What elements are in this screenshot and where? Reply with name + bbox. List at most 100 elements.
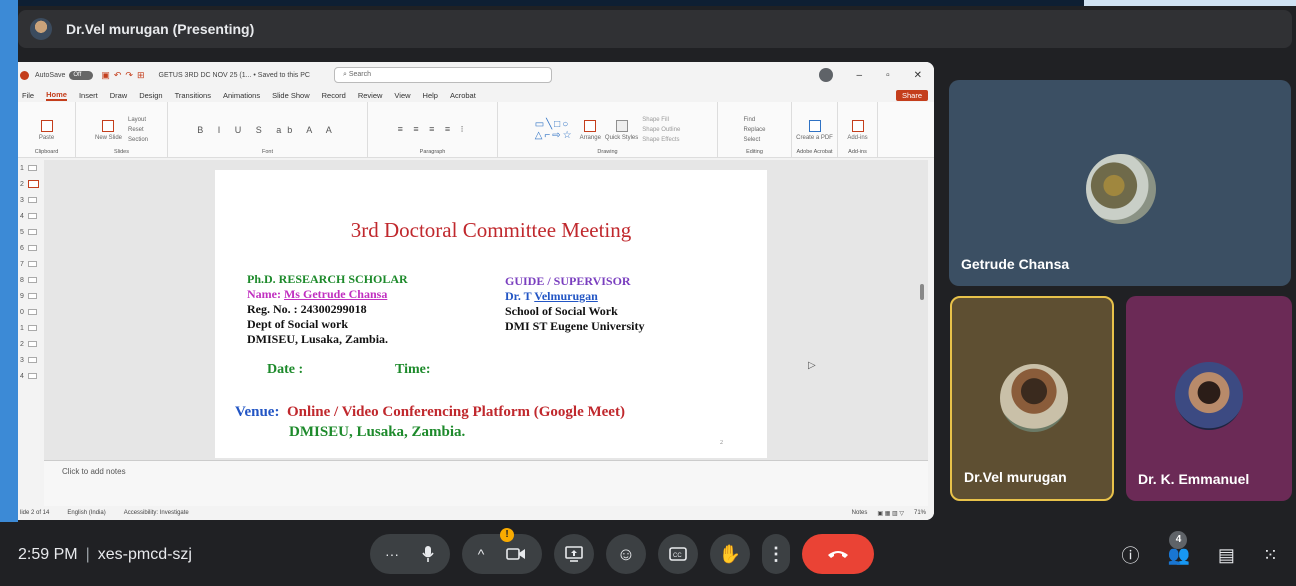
restore-icon[interactable]: ▫ <box>886 70 890 81</box>
tab-draw[interactable]: Draw <box>110 91 128 100</box>
tab-insert[interactable]: Insert <box>79 91 98 100</box>
more-options-button[interactable]: ⋮ <box>762 534 790 574</box>
date-label: Date : <box>267 362 304 377</box>
paragraph-controls[interactable]: ≡ ≡ ≡ ≡ ⁝ <box>398 124 468 135</box>
right-controls: ⓘ 4 👥 ▤ ⁙ <box>1121 530 1278 568</box>
info-icon[interactable]: ⓘ <box>1121 542 1139 568</box>
slide-thumb[interactable]: 0 <box>18 304 44 320</box>
shape-outline-button[interactable]: Shape Outline <box>642 125 680 135</box>
slide-thumb[interactable]: 1 <box>18 160 44 176</box>
view-icons[interactable]: ▣ ▦ ▥ ▽ <box>877 510 904 517</box>
search-box[interactable]: ⌕ Search <box>333 67 552 83</box>
captions-button[interactable]: CC <box>658 534 698 574</box>
font-controls[interactable]: B I U S ab A A <box>197 125 338 135</box>
search-placeholder: Search <box>348 71 372 78</box>
file-name[interactable]: GETUS 3RD DC NOV 25 (1... • Saved to thi… <box>159 72 310 79</box>
slide-thumb[interactable]: 8 <box>18 272 44 288</box>
slide-thumb[interactable]: 5 <box>18 224 44 240</box>
tab-transitions[interactable]: Transitions <box>175 91 211 100</box>
slide-thumb[interactable]: 4 <box>18 368 44 384</box>
replace-button[interactable]: Replace <box>743 125 765 135</box>
zoom-level[interactable]: 71% <box>914 510 926 517</box>
scholar-block: Ph.D. RESEARCH SCHOLAR Name: Ms Getrude … <box>247 272 408 347</box>
more-dots-icon[interactable]: ··· <box>385 546 399 562</box>
camera-button[interactable]: ^ ! <box>462 528 542 574</box>
shapes-gallery[interactable]: ▭╲□○ △⌐⇨☆ <box>535 119 574 141</box>
language[interactable]: English (India) <box>67 510 105 516</box>
activities-icon[interactable]: ⁙ <box>1263 545 1278 566</box>
arrange-icon[interactable] <box>584 119 597 132</box>
people-button[interactable]: 4 👥 <box>1167 530 1190 566</box>
participant-tile[interactable]: Dr. K. Emmanuel <box>1126 296 1292 501</box>
close-icon[interactable]: ✕ <box>914 70 922 81</box>
slide-thumb[interactable]: 9 <box>18 288 44 304</box>
new-slide-icon[interactable] <box>102 119 115 132</box>
end-call-icon <box>828 551 848 558</box>
slide-thumb-selected[interactable]: 2 <box>18 176 44 192</box>
tab-home[interactable]: Home <box>46 90 67 101</box>
account-avatar[interactable] <box>818 68 833 82</box>
tab-review[interactable]: Review <box>358 91 383 100</box>
participant-name: Getrude Chansa <box>961 256 1070 272</box>
tab-view[interactable]: View <box>394 91 410 100</box>
status-bar: lide 2 of 14 English (India) Accessibili… <box>18 506 934 520</box>
shape-fill-button[interactable]: Shape Fill <box>642 115 680 125</box>
share-button[interactable]: Share <box>895 89 928 101</box>
notes-pane[interactable]: Click to add notes <box>44 460 928 506</box>
select-button[interactable]: Select <box>743 135 765 145</box>
raise-hand-button[interactable]: ✋ <box>710 534 750 574</box>
guide-university: DMI ST Eugene University <box>505 319 645 333</box>
slide-thumbnails: 1 2 3 4 5 6 7 8 9 0 1 2 3 4 <box>18 160 44 500</box>
shape-effects-button[interactable]: Shape Effects <box>642 135 680 145</box>
participant-tile-speaking[interactable]: Dr.Vel murugan <box>950 296 1114 501</box>
warning-badge: ! <box>500 528 514 542</box>
slide-thumb[interactable]: 3 <box>18 192 44 208</box>
leave-call-button[interactable] <box>802 534 874 574</box>
minimize-icon[interactable]: – <box>857 70 863 81</box>
paste-icon[interactable] <box>40 119 53 132</box>
slide-thumb[interactable]: 6 <box>18 240 44 256</box>
camera-icon <box>506 548 526 560</box>
tab-help[interactable]: Help <box>423 91 438 100</box>
slide-thumb[interactable]: 7 <box>18 256 44 272</box>
layout-button[interactable]: Layout <box>128 115 148 125</box>
slide-page-number: 2 <box>720 440 723 446</box>
vertical-scrollbar[interactable] <box>920 284 924 300</box>
group-label-editing: Editing <box>746 149 763 155</box>
mic-button[interactable]: ··· <box>370 534 450 574</box>
section-button[interactable]: Section <box>128 135 148 145</box>
add-ins-label: Add-ins <box>847 134 868 141</box>
tab-acrobat[interactable]: Acrobat <box>450 91 476 100</box>
participant-avatar <box>1175 362 1243 430</box>
tab-design[interactable]: Design <box>139 91 162 100</box>
venue-place: DMISEU, Lusaka, Zambia. <box>289 424 466 440</box>
slide-thumb[interactable]: 2 <box>18 336 44 352</box>
tab-record[interactable]: Record <box>322 91 346 100</box>
quick-styles-icon[interactable] <box>615 119 628 132</box>
tab-slide-show[interactable]: Slide Show <box>272 91 310 100</box>
autosave-toggle[interactable]: Off <box>69 70 94 80</box>
find-button[interactable]: Find <box>743 115 765 125</box>
slide-thumb[interactable]: 3 <box>18 352 44 368</box>
create-pdf-icon[interactable] <box>808 119 821 132</box>
group-label-acrobat: Adobe Acrobat <box>796 149 833 155</box>
accessibility[interactable]: Accessibility: Investigate <box>124 510 189 516</box>
reset-button[interactable]: Reset <box>128 125 148 135</box>
present-button[interactable] <box>554 534 594 574</box>
svg-text:CC: CC <box>673 553 682 559</box>
notes-toggle[interactable]: Notes <box>852 510 868 517</box>
participant-tile[interactable]: Getrude Chansa <box>949 80 1291 286</box>
tab-file[interactable]: File <box>22 91 34 100</box>
ribbon-tabs: File Home Insert Draw Design Transitions… <box>18 88 934 102</box>
current-slide[interactable]: 3rd Doctoral Committee Meeting Ph.D. RES… <box>215 170 767 458</box>
tab-animations[interactable]: Animations <box>223 91 260 100</box>
slide-thumb[interactable]: 1 <box>18 320 44 336</box>
reactions-button[interactable]: ☺ <box>606 534 646 574</box>
add-ins-icon[interactable] <box>851 119 864 132</box>
chat-icon[interactable]: ▤ <box>1218 545 1235 566</box>
group-label-paragraph: Paragraph <box>419 149 446 155</box>
quick-access-icons[interactable]: ▣↶↷⊞ <box>101 70 148 81</box>
arrange-label: Arrange <box>579 134 601 141</box>
slide-thumb[interactable]: 4 <box>18 208 44 224</box>
chevron-up-icon[interactable]: ^ <box>478 546 485 562</box>
